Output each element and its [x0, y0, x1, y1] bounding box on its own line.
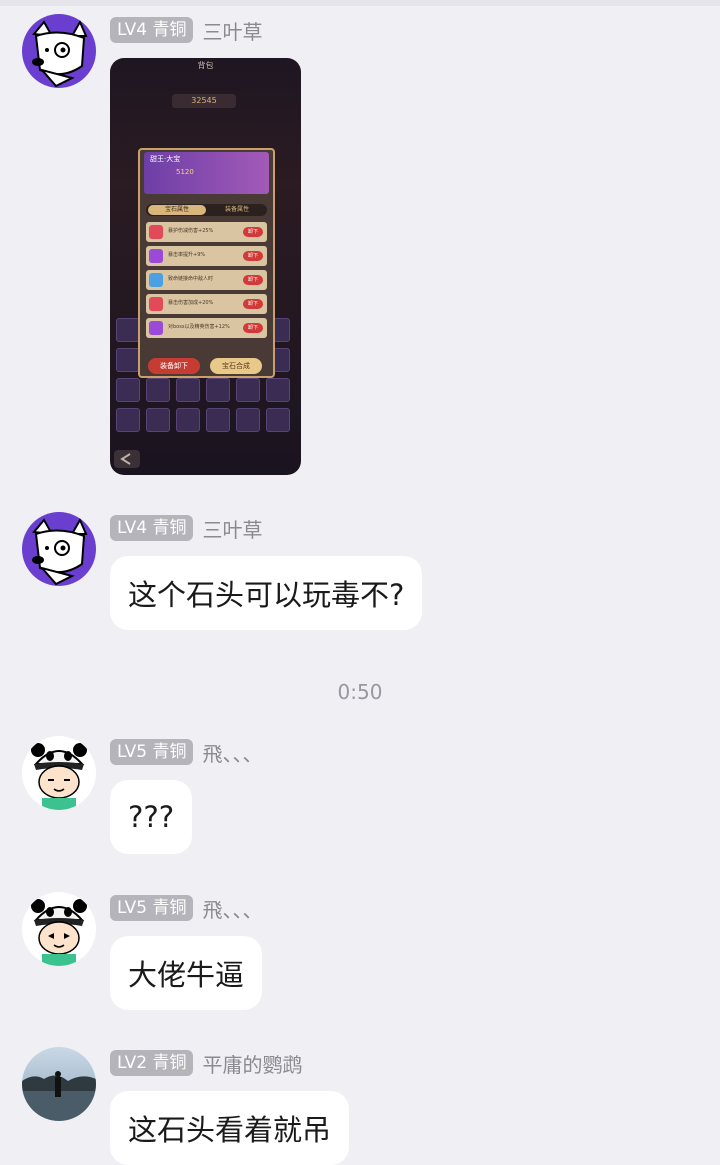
- gem-row-text: 暴击率提升+9%: [168, 252, 206, 258]
- message-bubble[interactable]: ???: [110, 780, 193, 854]
- level-badge: LV4 青铜: [110, 17, 194, 43]
- sender-meta: LV4 青铜 三叶草: [110, 514, 262, 542]
- purple-gem-icon: [149, 249, 163, 263]
- gem-row: 对boss以及精英伤害+12% 卸下: [146, 318, 267, 338]
- avatar[interactable]: [22, 14, 96, 88]
- gem-unequip-button: 卸下: [243, 323, 263, 333]
- gem-synth-button: 宝石合成: [210, 358, 262, 374]
- unequip-all-button: 装备卸下: [148, 358, 200, 374]
- game-title: 背包: [197, 61, 214, 70]
- purple-gem-icon: [149, 321, 163, 335]
- level-badge: LV4 青铜: [110, 515, 194, 541]
- panda-boy-avatar-icon: [22, 892, 96, 966]
- sender-name[interactable]: 平庸的鹦鹉: [202, 1049, 302, 1078]
- shared-game-screenshot[interactable]: 背包 32545 甜王·大宝 5120 宝石属性 装备属性 暴护伤减伤害+25%…: [110, 58, 301, 475]
- gem-row-text: 对boss以及精英伤害+12%: [168, 324, 230, 330]
- gem-panel-title: 甜王·大宝: [150, 155, 181, 163]
- gem-row-text: 致命链接命中敌人时: [168, 276, 214, 282]
- sender-name[interactable]: 飛、、、: [202, 894, 262, 923]
- message-bubble[interactable]: 这个石头可以玩毒不?: [110, 556, 423, 630]
- red-gem-icon: [149, 225, 163, 239]
- sender-name[interactable]: 三叶草: [202, 514, 262, 543]
- tab-equip-attributes: 装备属性: [224, 206, 249, 213]
- tab-gem-attributes: 宝石属性: [148, 205, 206, 215]
- blue-gem-icon: [149, 273, 163, 287]
- gem-panel-value: 5120: [176, 168, 194, 176]
- gem-row-text: 暴护伤减伤害+25%: [168, 228, 214, 234]
- gem-unequip-button: 卸下: [243, 227, 263, 237]
- back-arrow-icon: [114, 450, 140, 468]
- sender-meta: LV2 青铜 平庸的鹦鹉: [110, 1049, 302, 1077]
- avatar[interactable]: [22, 512, 96, 586]
- panda-boy-avatar-icon: [22, 736, 96, 810]
- sender-meta: LV5 青铜 飛、、、: [110, 738, 262, 766]
- dog-avatar-icon: [22, 512, 96, 586]
- timestamp: 0:50: [337, 680, 383, 704]
- gem-row: 暴击伤害加成+20% 卸下: [146, 294, 267, 314]
- gem-row: 暴击率提升+9% 卸下: [146, 246, 267, 266]
- gem-unequip-button: 卸下: [243, 251, 263, 261]
- gem-panel: 甜王·大宝 5120 宝石属性 装备属性 暴护伤减伤害+25% 卸下 暴击率提升…: [138, 148, 275, 378]
- level-badge: LV2 青铜: [110, 1050, 194, 1076]
- lake-photo-avatar-icon: [22, 1047, 96, 1121]
- red-gem-icon: [149, 297, 163, 311]
- sender-name[interactable]: 飛、、、: [202, 738, 262, 767]
- game-score: 32545: [172, 94, 236, 108]
- avatar[interactable]: [22, 892, 96, 966]
- avatar[interactable]: [22, 736, 96, 810]
- gem-row: 暴护伤减伤害+25% 卸下: [146, 222, 267, 242]
- message-bubble[interactable]: 大佬牛逼: [110, 936, 263, 1010]
- top-divider: [0, 0, 720, 6]
- sender-meta: LV5 青铜 飛、、、: [110, 894, 262, 922]
- gem-tabs: 宝石属性 装备属性: [146, 204, 267, 216]
- sender-meta: LV4 青铜 三叶草: [110, 16, 262, 44]
- avatar[interactable]: [22, 1047, 96, 1121]
- gem-row-text: 暴击伤害加成+20%: [168, 300, 214, 306]
- gem-unequip-button: 卸下: [243, 275, 263, 285]
- sender-name[interactable]: 三叶草: [202, 16, 262, 45]
- gem-panel-header: 甜王·大宝 5120: [144, 152, 269, 194]
- gem-unequip-button: 卸下: [243, 299, 263, 309]
- dog-avatar-icon: [22, 14, 96, 88]
- gem-row: 致命链接命中敌人时 卸下: [146, 270, 267, 290]
- level-badge: LV5 青铜: [110, 895, 194, 921]
- message-bubble[interactable]: 这石头看着就吊: [110, 1091, 350, 1165]
- level-badge: LV5 青铜: [110, 739, 194, 765]
